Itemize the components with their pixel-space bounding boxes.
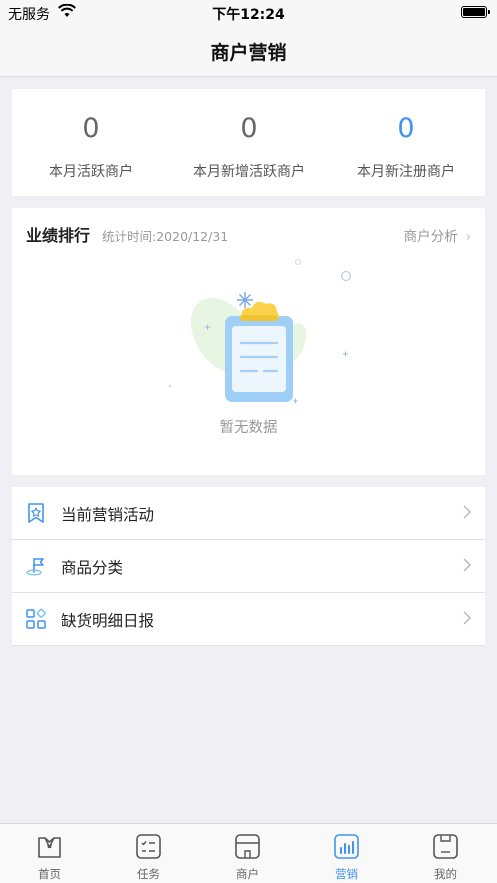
stat-label: 本月新增活跃商户 (193, 164, 305, 180)
performance-ranking-card: 业绩排行 统计时间:2020/12/31 商户分析 › 暂无数据 (12, 208, 485, 475)
merchant-analysis-label: 商户分析 (403, 229, 458, 245)
profile-icon (433, 834, 458, 859)
flag-icon (26, 558, 44, 576)
empty-clipboard-illustration (168, 259, 352, 404)
home-shirt-icon (38, 837, 61, 858)
menu-item-label: 缺货明细日报 (61, 612, 155, 630)
clock: 下午12:24 (212, 7, 285, 23)
menu-item-product-categories[interactable]: 商品分类 (12, 540, 485, 593)
task-list-icon (136, 834, 161, 859)
page-title: 商户营销 (210, 42, 287, 64)
tab-label: 营销 (335, 867, 358, 881)
stat-monthly-active[interactable]: 0 本月活跃商户 (12, 89, 170, 196)
store-icon (235, 834, 260, 859)
stat-new-registered[interactable]: 0 本月新注册商户 (327, 89, 485, 196)
stat-time-label: 统计时间:2020/12/31 (102, 229, 229, 244)
stat-value: 0 (82, 113, 100, 144)
chevron-right-icon: › (465, 229, 471, 245)
tab-label: 商户 (236, 867, 259, 881)
tab-marketing[interactable]: 营销 (297, 824, 396, 883)
section-title: 业绩排行 (26, 226, 91, 245)
menu-item-current-campaigns[interactable]: 当前营销活动 (12, 487, 485, 540)
bookmark-star-icon (28, 503, 44, 523)
stat-value: 0 (397, 113, 415, 144)
bar-chart-icon (334, 834, 359, 859)
chevron-right-icon (463, 505, 471, 519)
menu-item-label: 商品分类 (61, 559, 124, 577)
merchant-analysis-link[interactable]: 商户分析 › (404, 225, 471, 245)
tab-profile[interactable]: 我的 (396, 824, 495, 883)
stat-new-active[interactable]: 0 本月新增活跃商户 (170, 89, 328, 196)
tab-tasks[interactable]: 任务 (99, 824, 198, 883)
stat-value: 0 (240, 113, 258, 144)
menu-item-stockout-daily-report[interactable]: 缺货明细日报 (12, 593, 485, 646)
menu-list: 当前营销活动 商品分类 缺货明细日报 (12, 487, 485, 646)
tab-label: 我的 (434, 867, 457, 881)
stat-label: 本月活跃商户 (49, 164, 133, 180)
empty-state-text: 暂无数据 (219, 420, 278, 436)
stat-label: 本月新注册商户 (357, 164, 455, 180)
tab-merchants[interactable]: 商户 (198, 824, 297, 883)
stats-card: 0 本月活跃商户 0 本月新增活跃商户 0 本月新注册商户 (12, 89, 485, 196)
tab-home[interactable]: 首页 (0, 824, 99, 883)
chevron-right-icon (463, 611, 471, 625)
chevron-right-icon (463, 558, 471, 572)
tab-label: 首页 (38, 867, 61, 881)
battery-icon (461, 6, 490, 18)
tab-bar: 首页 任务 商户 营销 我的 (0, 823, 497, 883)
grid-icon (26, 608, 46, 629)
tab-label: 任务 (137, 867, 160, 881)
nav-bar: 商户营销 (0, 24, 497, 77)
status-bar: 无服务 下午12:24 (0, 0, 497, 24)
menu-item-label: 当前营销活动 (61, 506, 155, 524)
